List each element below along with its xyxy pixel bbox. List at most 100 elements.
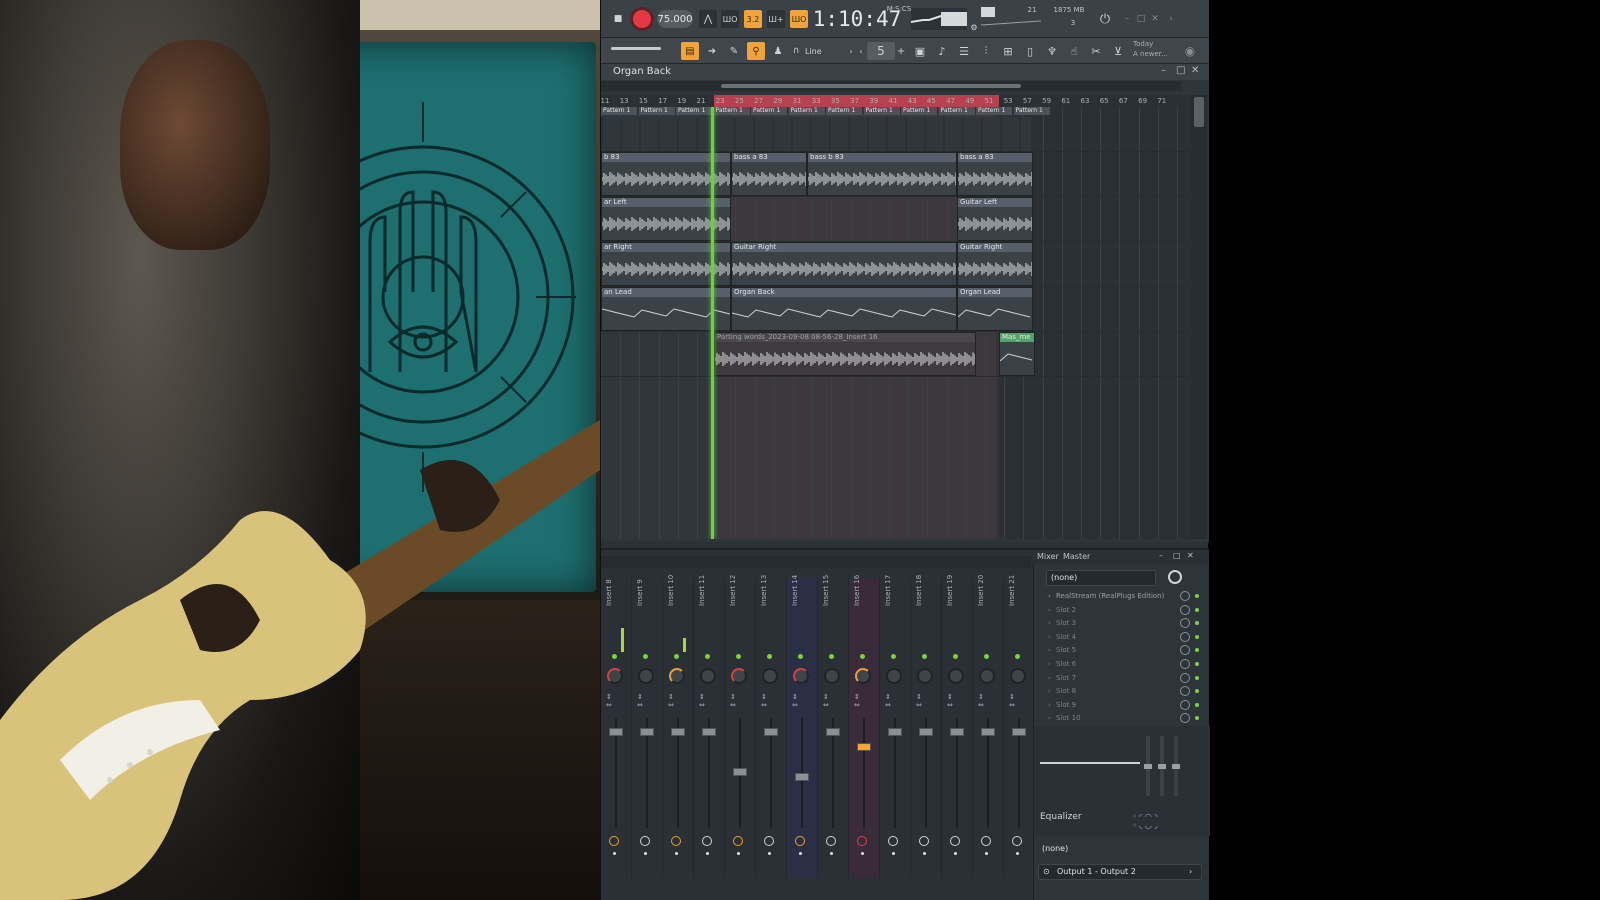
playlist-icon[interactable]: ▤ [681, 42, 699, 60]
pan-knob[interactable] [855, 668, 871, 684]
stereo-separation-icon[interactable]: ⇕ ⇔ [792, 693, 798, 709]
vertical-scrollbar[interactable] [1191, 95, 1207, 539]
magnet-icon[interactable]: ∩ [791, 42, 801, 60]
slot-enable-led[interactable] [1195, 675, 1199, 680]
pattern-clip[interactable]: Pattern 1 [638, 107, 676, 115]
volume-fader[interactable] [733, 768, 747, 776]
minimize-icon[interactable]: – [1161, 65, 1166, 76]
browser-icon[interactable]: ⊞ [999, 42, 1017, 60]
output-select[interactable]: ⊙ Output 1 - Output 2 › [1038, 864, 1202, 880]
snap-select[interactable]: Line [805, 42, 847, 60]
plus-icon[interactable]: + [897, 42, 905, 60]
audio-clip[interactable]: bass b 83 [807, 152, 957, 196]
touch-keyboard-icon[interactable]: ☝ [1065, 42, 1083, 60]
playlist-grid[interactable]: Pattern 1 Pattern 1 Pattern 1 Pattern 1 Patt… [601, 107, 1191, 539]
eq-band-slider[interactable] [1172, 736, 1180, 796]
send-dot[interactable] [644, 852, 647, 855]
shop-cart-icon[interactable]: ⊻ [1109, 42, 1127, 60]
link-icon[interactable]: ⚲ [747, 42, 765, 60]
minimize-icon[interactable]: – [1159, 551, 1163, 560]
mix-knob[interactable] [1180, 591, 1190, 601]
track-lane[interactable]: an Lead Organ Back Organ Lead [601, 287, 1191, 332]
slot-enable-led[interactable] [1195, 621, 1199, 626]
stereo-separation-icon[interactable]: ⇕ ⇔ [885, 693, 891, 709]
mix-knob[interactable] [1180, 604, 1190, 615]
send-dot[interactable] [892, 852, 895, 855]
pattern-clip[interactable]: Pattern 1 [976, 107, 1013, 115]
pan-knob[interactable] [607, 668, 623, 684]
mix-knob[interactable] [1180, 645, 1190, 656]
automation-clip[interactable]: Mas_me [999, 332, 1035, 376]
insert-enable-led[interactable] [767, 654, 772, 659]
volume-fader[interactable] [640, 728, 654, 736]
song-position-clock[interactable]: 1:10:47 [813, 6, 902, 32]
route-icon[interactable] [1012, 836, 1022, 846]
audio-clip[interactable]: Guitar Right [731, 242, 957, 286]
pattern-clip[interactable]: Pattern 1 [938, 107, 976, 115]
mixer-insert-strip[interactable]: Insert 14 ⇕ ⇔ [787, 575, 818, 878]
pan-knob[interactable] [886, 668, 902, 684]
volume-fader[interactable] [795, 773, 809, 781]
maximize-icon[interactable]: □ [1173, 551, 1181, 560]
effect-slot[interactable]: › Slot 4 [1034, 631, 1210, 644]
pattern-clip[interactable]: Pattern 1 [788, 107, 826, 115]
route-icon[interactable] [888, 836, 898, 846]
mix-knob[interactable] [1180, 618, 1190, 629]
automation-clip[interactable]: Organ Back [731, 287, 957, 331]
stereo-separation-icon[interactable]: ⇕ ⇔ [978, 693, 984, 709]
mixer-insert-strip[interactable]: Insert 13 ⇕ ⇔ [756, 575, 787, 878]
close-icon[interactable]: ✕ [1191, 65, 1199, 76]
track-lane[interactable]: Parting words_2023-09-08 08-56-28_Insert… [601, 332, 1191, 377]
pan-knob[interactable] [824, 668, 840, 684]
eq-curve[interactable] [1040, 762, 1140, 764]
send-dot[interactable] [923, 852, 926, 855]
volume-fader[interactable] [609, 728, 623, 736]
stereo-separation-icon[interactable]: ⇕ ⇔ [823, 693, 829, 709]
insert-enable-led[interactable] [891, 654, 896, 659]
timeline-ruler[interactable]: 11 13 15 17 19 21 23 25 27 29 31 33 35 37 39 41 43 45 47 49… [601, 95, 1191, 107]
input-select[interactable]: (none) [1046, 570, 1156, 586]
volume-fader[interactable] [857, 743, 871, 751]
effect-slot[interactable]: › Slot 3 [1034, 617, 1210, 630]
audio-clip[interactable]: bass a 83 [731, 152, 807, 196]
effect-slot[interactable]: › Slot 9 [1034, 699, 1210, 712]
pattern-clip[interactable]: Pattern 1 [676, 107, 713, 115]
slot-enable-led[interactable] [1195, 662, 1199, 666]
slot-enable-led[interactable] [1195, 648, 1199, 653]
mixer-insert-strip[interactable]: Insert 18 ⇕ ⇔ [911, 575, 942, 878]
send-dot[interactable] [1016, 852, 1019, 855]
mix-knob[interactable] [1180, 686, 1190, 697]
pan-knob[interactable] [948, 668, 964, 684]
plugin-picker-icon[interactable]: ♆ [1043, 42, 1061, 60]
send-dot[interactable] [706, 852, 709, 855]
volume-fader[interactable] [764, 728, 778, 736]
route-icon[interactable] [795, 836, 805, 846]
send-dot[interactable] [768, 852, 771, 855]
pattern-clip[interactable]: Pattern 1 [751, 107, 788, 115]
horizontal-scrollbar[interactable] [601, 81, 1181, 91]
track-lane[interactable]: ar Left Guitar Left [601, 197, 1191, 242]
insert-enable-led[interactable] [1015, 654, 1020, 659]
slot-enable-led[interactable] [1195, 716, 1199, 721]
send-select[interactable]: (none) [1038, 842, 1202, 858]
stereo-separation-icon[interactable]: ⇕ ⇔ [1009, 693, 1015, 709]
route-icon[interactable] [733, 836, 743, 846]
slot-enable-led[interactable] [1195, 634, 1199, 639]
insert-enable-led[interactable] [674, 654, 679, 659]
main-volume-slider[interactable] [611, 47, 661, 50]
mixer-insert-strip[interactable]: Insert 16 ⇕ ⇔ [849, 575, 880, 878]
mix-knob[interactable] [1180, 699, 1190, 710]
mixer-insert-strip[interactable]: Insert 15 ⇕ ⇔ [818, 575, 849, 878]
pan-knob[interactable] [917, 668, 933, 684]
pattern-clip[interactable]: Pattern 1 [713, 107, 751, 115]
route-icon[interactable] [919, 836, 929, 846]
audio-clip[interactable]: Parting words_2023-09-08 08-56-28_Insert… [714, 332, 976, 376]
file-icon[interactable]: ▯ [1021, 42, 1039, 60]
volume-fader[interactable] [888, 728, 902, 736]
metronome-icon[interactable]: ⋀ [699, 10, 717, 28]
mixer-insert-strip[interactable]: Insert 19 ⇕ ⇔ [942, 575, 973, 878]
pan-knob[interactable] [700, 668, 716, 684]
effect-slot[interactable]: › Slot 10 [1034, 712, 1210, 725]
effect-slot[interactable]: › Slot 6 [1034, 658, 1210, 671]
record-button[interactable] [633, 10, 651, 28]
